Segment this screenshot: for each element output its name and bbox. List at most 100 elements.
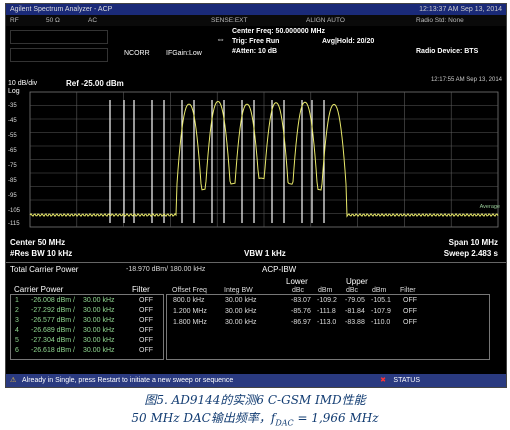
carrier-power: -27.292 dBm /: [31, 307, 75, 314]
y-tick: -35: [8, 103, 17, 109]
center-freq: Center Freq: 50.000000 MHz: [232, 28, 325, 35]
carrier-bw: 30.00 kHz: [83, 307, 115, 314]
acp-cell: 30.00 kHz: [225, 308, 257, 315]
results-panel: Total Carrier Power -18.970 dBm/ 180.00 …: [6, 262, 506, 375]
trig-mode: Trig: Free Run: [232, 38, 280, 45]
acp-cell: 1.800 MHz: [173, 319, 207, 326]
status-icon: ✖: [380, 377, 386, 384]
carrier-filter: OFF: [139, 317, 153, 324]
acp-cell: -83.88: [345, 319, 365, 326]
acp-header: dBm: [318, 287, 333, 294]
y-tick: -105: [8, 208, 21, 214]
carrier-bw: 30.00 kHz: [83, 327, 115, 334]
acp-header: Filter: [400, 287, 416, 294]
ifgain: IFGain:Low: [166, 50, 202, 57]
acp-cell: -83.07: [291, 297, 311, 304]
res-bw: #Res BW 10 kHz: [10, 249, 73, 258]
caption-text-end: = 1,966 MHz: [293, 411, 379, 425]
carrier-filter: OFF: [139, 297, 153, 304]
acp-cell: -109.2: [317, 297, 337, 304]
acp-cell: -107.9: [371, 308, 391, 315]
y-tick: -45: [8, 118, 17, 124]
total-power-label: Total Carrier Power: [10, 265, 79, 274]
redacted-block: [10, 30, 108, 44]
status-button[interactable]: STATUS: [393, 374, 420, 387]
acp-cell: -105.1: [371, 297, 391, 304]
window-titlebar: Agilent Spectrum Analyzer - ACP 12:13:37…: [6, 4, 506, 15]
lower-group: Lower: [286, 277, 308, 286]
acp-cell: OFF: [403, 308, 417, 315]
attenuation: #Atten: 10 dB: [232, 48, 278, 55]
status-row: RF 50 Ω AC SENSE:EXT ALIGN AUTO Radio St…: [6, 15, 506, 26]
redacted-block: [10, 48, 108, 62]
total-power-value: -18.970 dBm/ 180.00 kHz: [126, 266, 206, 273]
y-tick: -75: [8, 163, 17, 169]
acp-cell: -79.05: [345, 297, 365, 304]
mode-label: ACP-IBW: [262, 265, 297, 274]
acp-table: 800.0 kHz 30.00 kHz -83.07 -109.2 -79.05…: [166, 294, 490, 360]
acp-cell: OFF: [403, 319, 417, 326]
message-text: Already in Single, press Restart to init…: [22, 377, 234, 384]
trace-label: Average: [479, 204, 500, 210]
carrier-filter: OFF: [139, 307, 153, 314]
y-tick: -65: [8, 148, 17, 154]
acp-cell: -110.0: [371, 319, 391, 326]
vbw: VBW 1 kHz: [244, 249, 286, 258]
filter-header: Filter: [132, 285, 150, 294]
carrier-power: -26.577 dBm /: [31, 317, 75, 324]
impedance-indicator: 50 Ω: [46, 17, 60, 24]
plot-timestamp: 12:17:55 AM Sep 13, 2014: [430, 77, 502, 83]
y-tick: -55: [8, 133, 17, 139]
datetime: 12:13:37 AM Sep 13, 2014: [419, 6, 502, 13]
sweep-time: Sweep 2.483 s: [443, 249, 498, 258]
caption-subscript: DAC: [275, 418, 294, 428]
acp-cell: 30.00 kHz: [225, 297, 257, 304]
measurement-header: Center Freq: 50.000000 MHz Trig: Free Ru…: [6, 26, 506, 78]
ref-level: Ref -25.00 dBm: [66, 79, 124, 88]
avg-hold: Avg|Hold: 20/20: [322, 38, 375, 45]
log-label: Log: [8, 88, 20, 95]
y-tick: -95: [8, 193, 17, 199]
carrier-num: 6: [15, 347, 19, 354]
analyzer-screenshot: Agilent Spectrum Analyzer - ACP 12:13:37…: [5, 3, 507, 388]
acp-cell: OFF: [403, 297, 417, 304]
carrier-table: 1 -26.008 dBm / 30.00 kHz OFF 2 -27.292 …: [10, 294, 164, 360]
upper-group: Upper: [346, 277, 368, 286]
acp-cell: -111.8: [317, 308, 336, 315]
carrier-num: 4: [15, 327, 19, 334]
acp-cell: -81.84: [345, 308, 365, 315]
carrier-filter: OFF: [139, 337, 153, 344]
acp-cell: 800.0 kHz: [173, 297, 205, 304]
spectrum-svg: [29, 91, 499, 228]
input-icon: ⇔: [216, 34, 225, 44]
message-bar: ⚠ Already in Single, press Restart to in…: [6, 374, 506, 387]
figure-caption-line1: 图5. AD9144的实测6 C-GSM IMD性能: [144, 393, 366, 407]
radio-device: Radio Device: BTS: [416, 48, 479, 55]
carrier-num: 5: [15, 337, 19, 344]
center-frequency: Center 50 MHz: [10, 238, 66, 247]
caption-text: 50 MHz DAC输出频率，f: [131, 411, 276, 425]
carrier-header: Carrier Power: [14, 285, 64, 294]
acp-header: dBm: [372, 287, 387, 294]
carrier-filter: OFF: [139, 327, 153, 334]
acp-cell: 1.200 MHz: [173, 308, 207, 315]
carrier-num: 2: [15, 307, 19, 314]
scale-label: 10 dB/div: [8, 80, 38, 87]
figure-caption-line2: 50 MHz DAC输出频率，fDAC = 1,966 MHz: [0, 409, 510, 427]
carrier-bw: 30.00 kHz: [83, 317, 115, 324]
align-indicator: ALIGN AUTO: [306, 17, 345, 24]
radio-std: Radio Std: None: [416, 17, 464, 24]
acp-cell: 30.00 kHz: [225, 319, 257, 326]
coupling-indicator: AC: [88, 17, 98, 24]
warning-icon: ⚠: [10, 377, 17, 384]
carrier-bw: 30.00 kHz: [83, 347, 115, 354]
rf-indicator: RF: [10, 17, 19, 24]
acp-cell: -113.0: [317, 319, 337, 326]
carrier-num: 3: [15, 317, 19, 324]
acp-cell: -85.76: [291, 308, 311, 315]
acp-cell: -86.97: [291, 319, 311, 326]
sense-indicator: SENSE:EXT: [211, 17, 248, 24]
span: Span 10 MHz: [448, 238, 498, 247]
carrier-bw: 30.00 kHz: [83, 337, 115, 344]
carrier-filter: OFF: [139, 347, 153, 354]
